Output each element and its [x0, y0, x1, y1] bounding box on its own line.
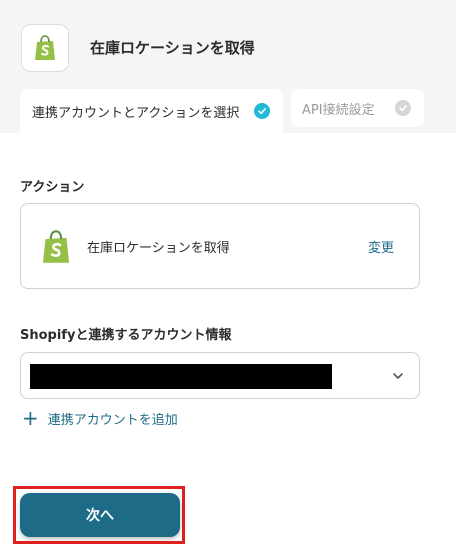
check-icon — [254, 103, 270, 119]
page-title: 在庫ロケーションを取得 — [90, 39, 255, 57]
tab-label: 連携アカウントとアクションを選択 — [32, 105, 240, 121]
plus-icon: + — [22, 406, 39, 430]
next-button[interactable]: 次へ — [20, 493, 180, 537]
add-account-label: 連携アカウントを追加 — [47, 412, 178, 428]
redacted-account-value — [30, 364, 332, 389]
action-name: 在庫ロケーションを取得 — [87, 241, 230, 256]
shopify-icon — [42, 230, 70, 263]
app-icon-box — [21, 24, 69, 72]
tab-label: API接続設定 — [302, 102, 375, 118]
chevron-down-icon — [393, 373, 403, 379]
add-account-link[interactable]: + 連携アカウントを追加 — [22, 408, 178, 428]
change-action-link[interactable]: 変更 — [368, 237, 394, 256]
account-select[interactable] — [20, 352, 420, 399]
tab-api-settings[interactable]: API接続設定 — [291, 89, 424, 127]
check-icon — [395, 100, 411, 116]
action-section-label: アクション — [20, 180, 85, 195]
shopify-icon — [35, 35, 55, 60]
account-section-label: Shopifyと連携するアカウント情報 — [20, 328, 232, 343]
tab-account-action[interactable]: 連携アカウントとアクションを選択 — [20, 89, 283, 133]
action-card: 在庫ロケーションを取得 変更 — [20, 203, 420, 289]
